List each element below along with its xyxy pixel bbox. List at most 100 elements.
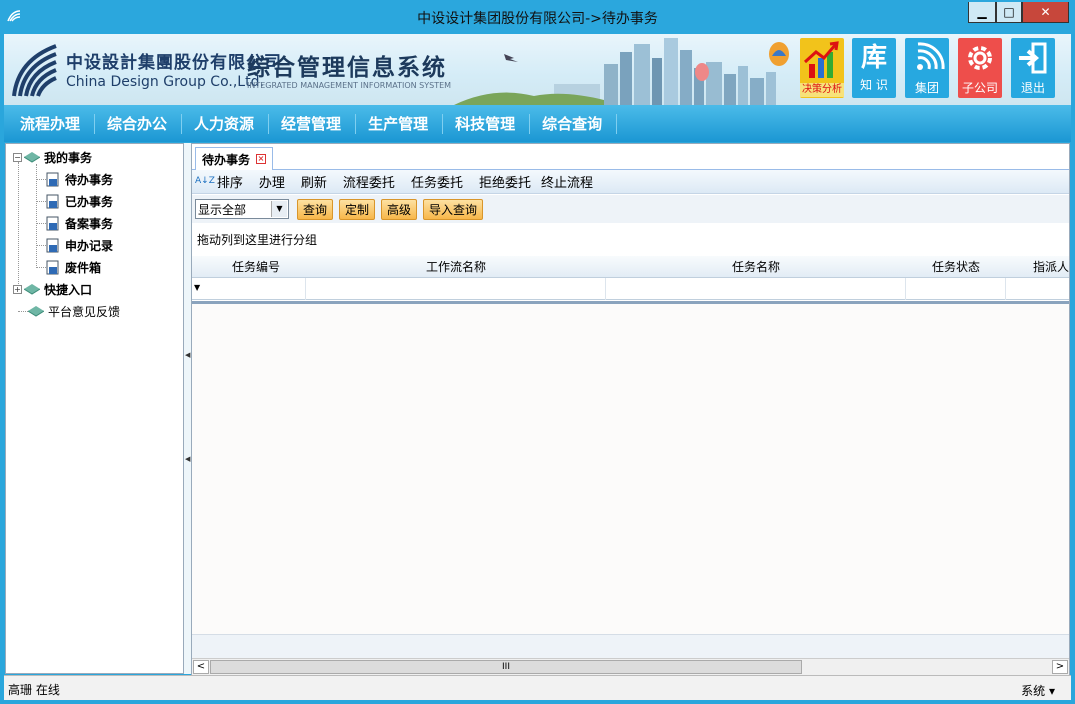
tree-node-feedback[interactable]: 平台意见反馈 — [28, 301, 120, 321]
sort-button[interactable]: A↓Z 排序 — [195, 172, 243, 191]
knowledge-icon: 库 — [860, 43, 887, 73]
process-delegate-button[interactable]: 流程委托 — [343, 172, 395, 191]
display-filter-value: 显示全部 — [198, 202, 247, 217]
tab-strip: 待办事务 × — [192, 144, 1069, 170]
exit-icon — [1019, 42, 1047, 74]
filter-cell-task-id[interactable] — [206, 278, 306, 300]
main-content: 待办事务 × A↓Z 排序 办理 刷新 流程委托 任务委托 拒绝委托 终止流程 … — [191, 143, 1070, 675]
column-workflow-name[interactable]: 工作流名称 — [306, 256, 606, 278]
scroll-left-button[interactable]: < — [193, 660, 209, 674]
filter-cell-task-name[interactable] — [606, 278, 906, 300]
reject-delegate-button[interactable]: 拒绝委托 — [479, 172, 531, 191]
tree-label: 待办事务 — [65, 172, 114, 187]
grid-filter-row: ▼ — [192, 278, 1069, 300]
tree-item-trash[interactable]: 废件箱 — [46, 257, 101, 277]
tree-label: 快捷入口 — [44, 282, 93, 297]
collapse-left-icon[interactable]: ◀ — [185, 351, 190, 359]
group-by-area[interactable]: 拖动列到这里进行分组 — [192, 224, 1069, 255]
knowledge-label: 知 识 — [860, 78, 888, 92]
tree-item-filed[interactable]: 备案事务 — [46, 213, 113, 233]
tree-label: 申办记录 — [65, 238, 114, 253]
window-title: 中设设计集团股份有限公司->待办事务 — [417, 11, 658, 27]
tree-node-my-affairs[interactable]: − 我的事务 — [13, 147, 92, 167]
menu-process[interactable]: 流程办理 — [8, 113, 96, 134]
filter-icon[interactable]: ▼ — [194, 283, 200, 292]
import-query-button[interactable]: 导入查询 — [423, 198, 484, 220]
chevron-down-icon[interactable]: ▼ — [271, 201, 287, 217]
subsidiary-button[interactable]: 子公司 — [958, 38, 1002, 98]
header-banner: 中设設計集團股份有限公司 China Design Group Co.,Ltd.… — [4, 34, 1071, 105]
system-name-en: INTEGRATED MANAGEMENT INFORMATION SYSTEM — [247, 81, 452, 90]
decision-analysis-label: 决策分析 — [800, 83, 844, 97]
grid-header: 任务编号 工作流名称 任务名称 任务状态 指派人 — [192, 256, 1069, 278]
panel-splitter[interactable]: ◀ ◀ — [184, 143, 191, 674]
folder-icon — [28, 306, 44, 317]
minimize-button[interactable]: ▁ — [968, 2, 996, 23]
maximize-button[interactable]: □ — [996, 2, 1022, 23]
menu-technology[interactable]: 科技管理 — [443, 113, 531, 134]
filter-cell-assigner[interactable] — [1006, 278, 1069, 300]
menu-production[interactable]: 生产管理 — [356, 113, 444, 134]
scroll-right-button[interactable]: > — [1052, 660, 1068, 674]
handle-button[interactable]: 办理 — [259, 172, 285, 191]
main-menu-bar: 流程办理 综合办公 人力资源 经营管理 生产管理 科技管理 综合查询 — [4, 105, 1071, 142]
task-delegate-button[interactable]: 任务委托 — [411, 172, 463, 191]
company-logo-icon — [12, 44, 57, 97]
document-icon — [46, 238, 59, 252]
subsidiary-label: 子公司 — [961, 81, 998, 95]
tree-label: 备案事务 — [65, 216, 114, 231]
tab-pending-tasks[interactable]: 待办事务 × — [195, 147, 274, 170]
tree-item-applications[interactable]: 申办记录 — [46, 235, 113, 255]
customize-button[interactable]: 定制 — [339, 198, 376, 220]
group-hint: 拖动列到这里进行分组 — [197, 233, 318, 247]
tree-item-pending[interactable]: 待办事务 — [46, 169, 113, 189]
sort-az-icon: A↓Z — [195, 176, 215, 186]
tab-label: 待办事务 — [202, 152, 251, 167]
company-name-en: China Design Group Co.,Ltd. — [66, 74, 264, 90]
column-task-id[interactable]: 任务编号 — [206, 256, 306, 278]
city-skyline-illustration — [454, 38, 789, 105]
document-icon — [46, 216, 59, 230]
menu-query[interactable]: 综合查询 — [530, 113, 618, 134]
tree-label: 我的事务 — [44, 150, 93, 165]
column-task-status[interactable]: 任务状态 — [906, 256, 1006, 278]
exit-button[interactable]: 退出 — [1011, 38, 1055, 98]
expand-icon[interactable]: + — [13, 284, 22, 294]
system-menu[interactable]: 系统 ▾ — [1021, 682, 1055, 699]
scroll-thumb[interactable]: III — [210, 660, 802, 674]
collapse-left-icon[interactable]: ◀ — [185, 455, 190, 463]
document-icon — [46, 172, 59, 186]
system-name: 综合管理信息系统 — [247, 54, 447, 81]
filter-cell-task-status[interactable] — [906, 278, 1006, 300]
group-button[interactable]: 集团 — [905, 38, 949, 98]
close-tab-icon[interactable]: × — [256, 154, 267, 164]
query-button[interactable]: 查询 — [297, 198, 334, 220]
column-assigner[interactable]: 指派人 — [1006, 256, 1069, 278]
exit-label: 退出 — [1020, 81, 1045, 95]
close-button[interactable]: ✕ — [1022, 2, 1069, 23]
group-label: 集团 — [914, 81, 939, 95]
tree-item-done[interactable]: 已办事务 — [46, 191, 113, 211]
folder-icon — [24, 284, 40, 295]
menu-business[interactable]: 经营管理 — [269, 113, 357, 134]
grid-toolbar: A↓Z 排序 办理 刷新 流程委托 任务委托 拒绝委托 终止流程 — [192, 170, 1069, 194]
menu-hr[interactable]: 人力资源 — [182, 113, 270, 134]
advanced-button[interactable]: 高级 — [381, 198, 418, 220]
terminate-process-button[interactable]: 终止流程 — [541, 172, 593, 191]
collapse-icon[interactable]: − — [13, 152, 22, 162]
decision-analysis-button[interactable]: 决策分析 — [800, 38, 844, 98]
window-title-bar: 中设设计集团股份有限公司->待办事务 ▁ □ ✕ — [0, 0, 1075, 34]
navigation-tree: − 我的事务 待办事务 已办事务 备案事务 申办记录 废件箱 + 快捷入口 平台… — [5, 143, 184, 674]
horizontal-scrollbar[interactable]: < III > — [192, 658, 1069, 675]
refresh-button[interactable]: 刷新 — [301, 172, 327, 191]
display-filter-select[interactable]: 显示全部 ▼ — [195, 199, 289, 219]
user-status: 高珊 在线 — [8, 683, 60, 697]
column-task-name[interactable]: 任务名称 — [606, 256, 906, 278]
sort-label: 排序 — [216, 176, 243, 191]
menu-office[interactable]: 综合办公 — [95, 113, 183, 134]
rss-icon — [917, 42, 945, 70]
knowledge-button[interactable]: 库 知 识 — [852, 38, 896, 98]
gear-icon — [968, 46, 992, 70]
tree-node-quick-entry[interactable]: + 快捷入口 — [13, 279, 92, 299]
filter-cell-workflow-name[interactable] — [306, 278, 606, 300]
